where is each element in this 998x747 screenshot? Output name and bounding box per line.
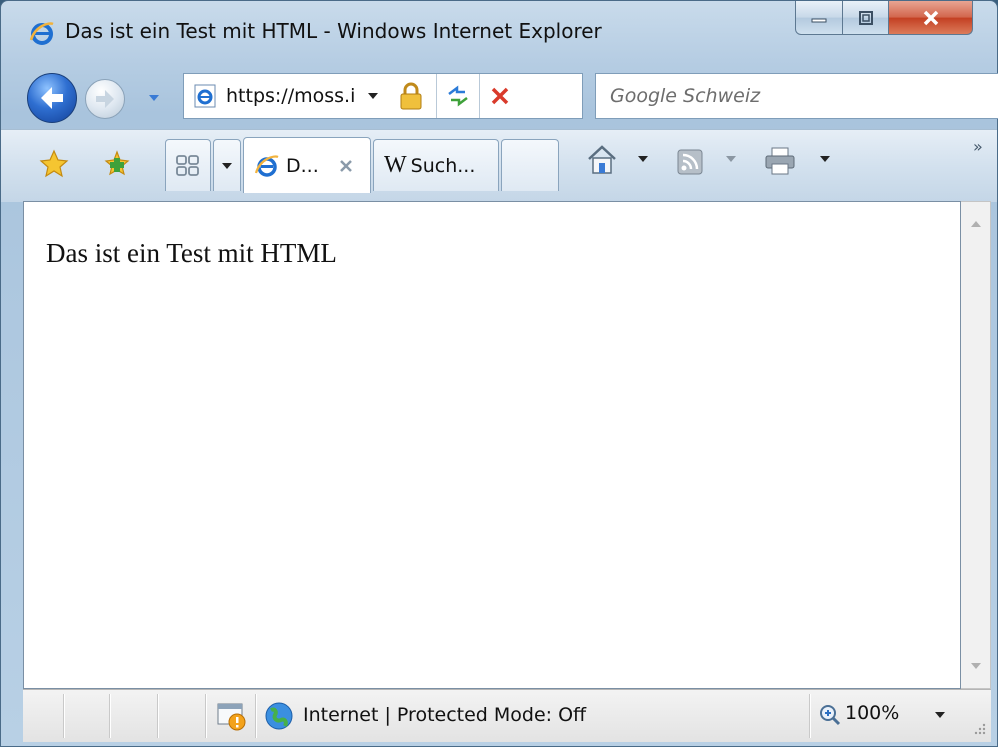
browser-window: Das ist ein Test mit HTML - Windows Inte… [0, 0, 998, 747]
status-divider [157, 694, 159, 738]
minimize-icon [811, 18, 827, 22]
address-separator [479, 74, 480, 118]
status-divider [63, 694, 65, 738]
scroll-down-icon[interactable] [962, 656, 990, 676]
tab-search[interactable]: W Such... [373, 139, 499, 191]
address-dropdown-icon[interactable] [366, 91, 380, 101]
print-icon[interactable] [763, 145, 797, 177]
restore-icon [858, 10, 873, 25]
wikipedia-icon: W [384, 152, 407, 178]
status-divider [205, 694, 207, 738]
home-dropdown-icon[interactable] [637, 155, 649, 163]
tab-list-dropdown-icon [222, 162, 232, 169]
tab-active[interactable]: D... [243, 137, 371, 193]
caption-buttons [795, 1, 973, 37]
ie-page-icon [194, 84, 216, 108]
security-zone-text[interactable]: Internet | Protected Mode: Off [303, 704, 586, 726]
new-tab-button[interactable] [501, 139, 559, 191]
address-bar[interactable]: https://moss.i [183, 73, 583, 119]
quick-tabs-icon [176, 154, 199, 176]
status-divider [255, 694, 257, 738]
page-content: Das ist ein Test mit HTML [23, 201, 961, 689]
status-divider [809, 694, 811, 738]
feeds-icon[interactable] [675, 147, 705, 177]
address-separator [436, 74, 437, 118]
back-arrow-icon [41, 87, 63, 109]
toolbar-overflow-icon[interactable]: » [973, 137, 983, 156]
close-button[interactable] [889, 1, 973, 35]
search-placeholder[interactable]: Google Schweiz [610, 85, 760, 107]
feeds-dropdown-icon[interactable] [725, 155, 737, 163]
zoom-dropdown-icon[interactable] [933, 710, 947, 720]
status-bar: Internet | Protected Mode: Off 100% [23, 689, 991, 742]
window-title: Das ist ein Test mit HTML - Windows Inte… [65, 19, 602, 43]
minimize-button[interactable] [795, 1, 843, 35]
status-divider [109, 694, 111, 738]
page-text: Das ist ein Test mit HTML [46, 238, 337, 268]
resize-grip-icon[interactable] [971, 720, 987, 736]
favorites-star-icon[interactable] [39, 149, 69, 179]
command-bar [1, 129, 997, 202]
recent-pages-dropdown-icon[interactable] [147, 93, 161, 103]
close-icon [923, 10, 938, 25]
tab-list-button[interactable] [213, 139, 241, 191]
scroll-up-icon[interactable] [962, 214, 990, 234]
print-dropdown-icon[interactable] [819, 155, 831, 163]
restore-button[interactable] [843, 1, 889, 35]
zoom-icon[interactable] [819, 704, 841, 726]
back-button[interactable] [27, 73, 77, 123]
close-tab-icon[interactable] [337, 157, 355, 175]
vertical-scrollbar[interactable] [961, 201, 991, 689]
lock-icon[interactable] [398, 81, 424, 111]
search-box[interactable]: Google Schweiz [595, 73, 998, 119]
tab-label: D... [286, 154, 319, 177]
add-favorite-icon[interactable] [101, 148, 133, 180]
tab-label: Such... [410, 154, 476, 177]
address-text[interactable]: https://moss.i [226, 85, 364, 107]
forward-arrow-icon [96, 90, 114, 108]
stop-icon[interactable] [488, 84, 512, 108]
home-icon[interactable] [585, 143, 619, 177]
popup-blocker-icon[interactable] [215, 700, 249, 732]
globe-icon [265, 702, 293, 730]
quick-tabs-button[interactable] [165, 139, 211, 191]
forward-button[interactable] [85, 79, 125, 119]
refresh-icon[interactable] [445, 84, 471, 108]
ie-icon [254, 154, 279, 177]
ie-logo-icon [29, 22, 54, 45]
zoom-level[interactable]: 100% [845, 702, 899, 724]
